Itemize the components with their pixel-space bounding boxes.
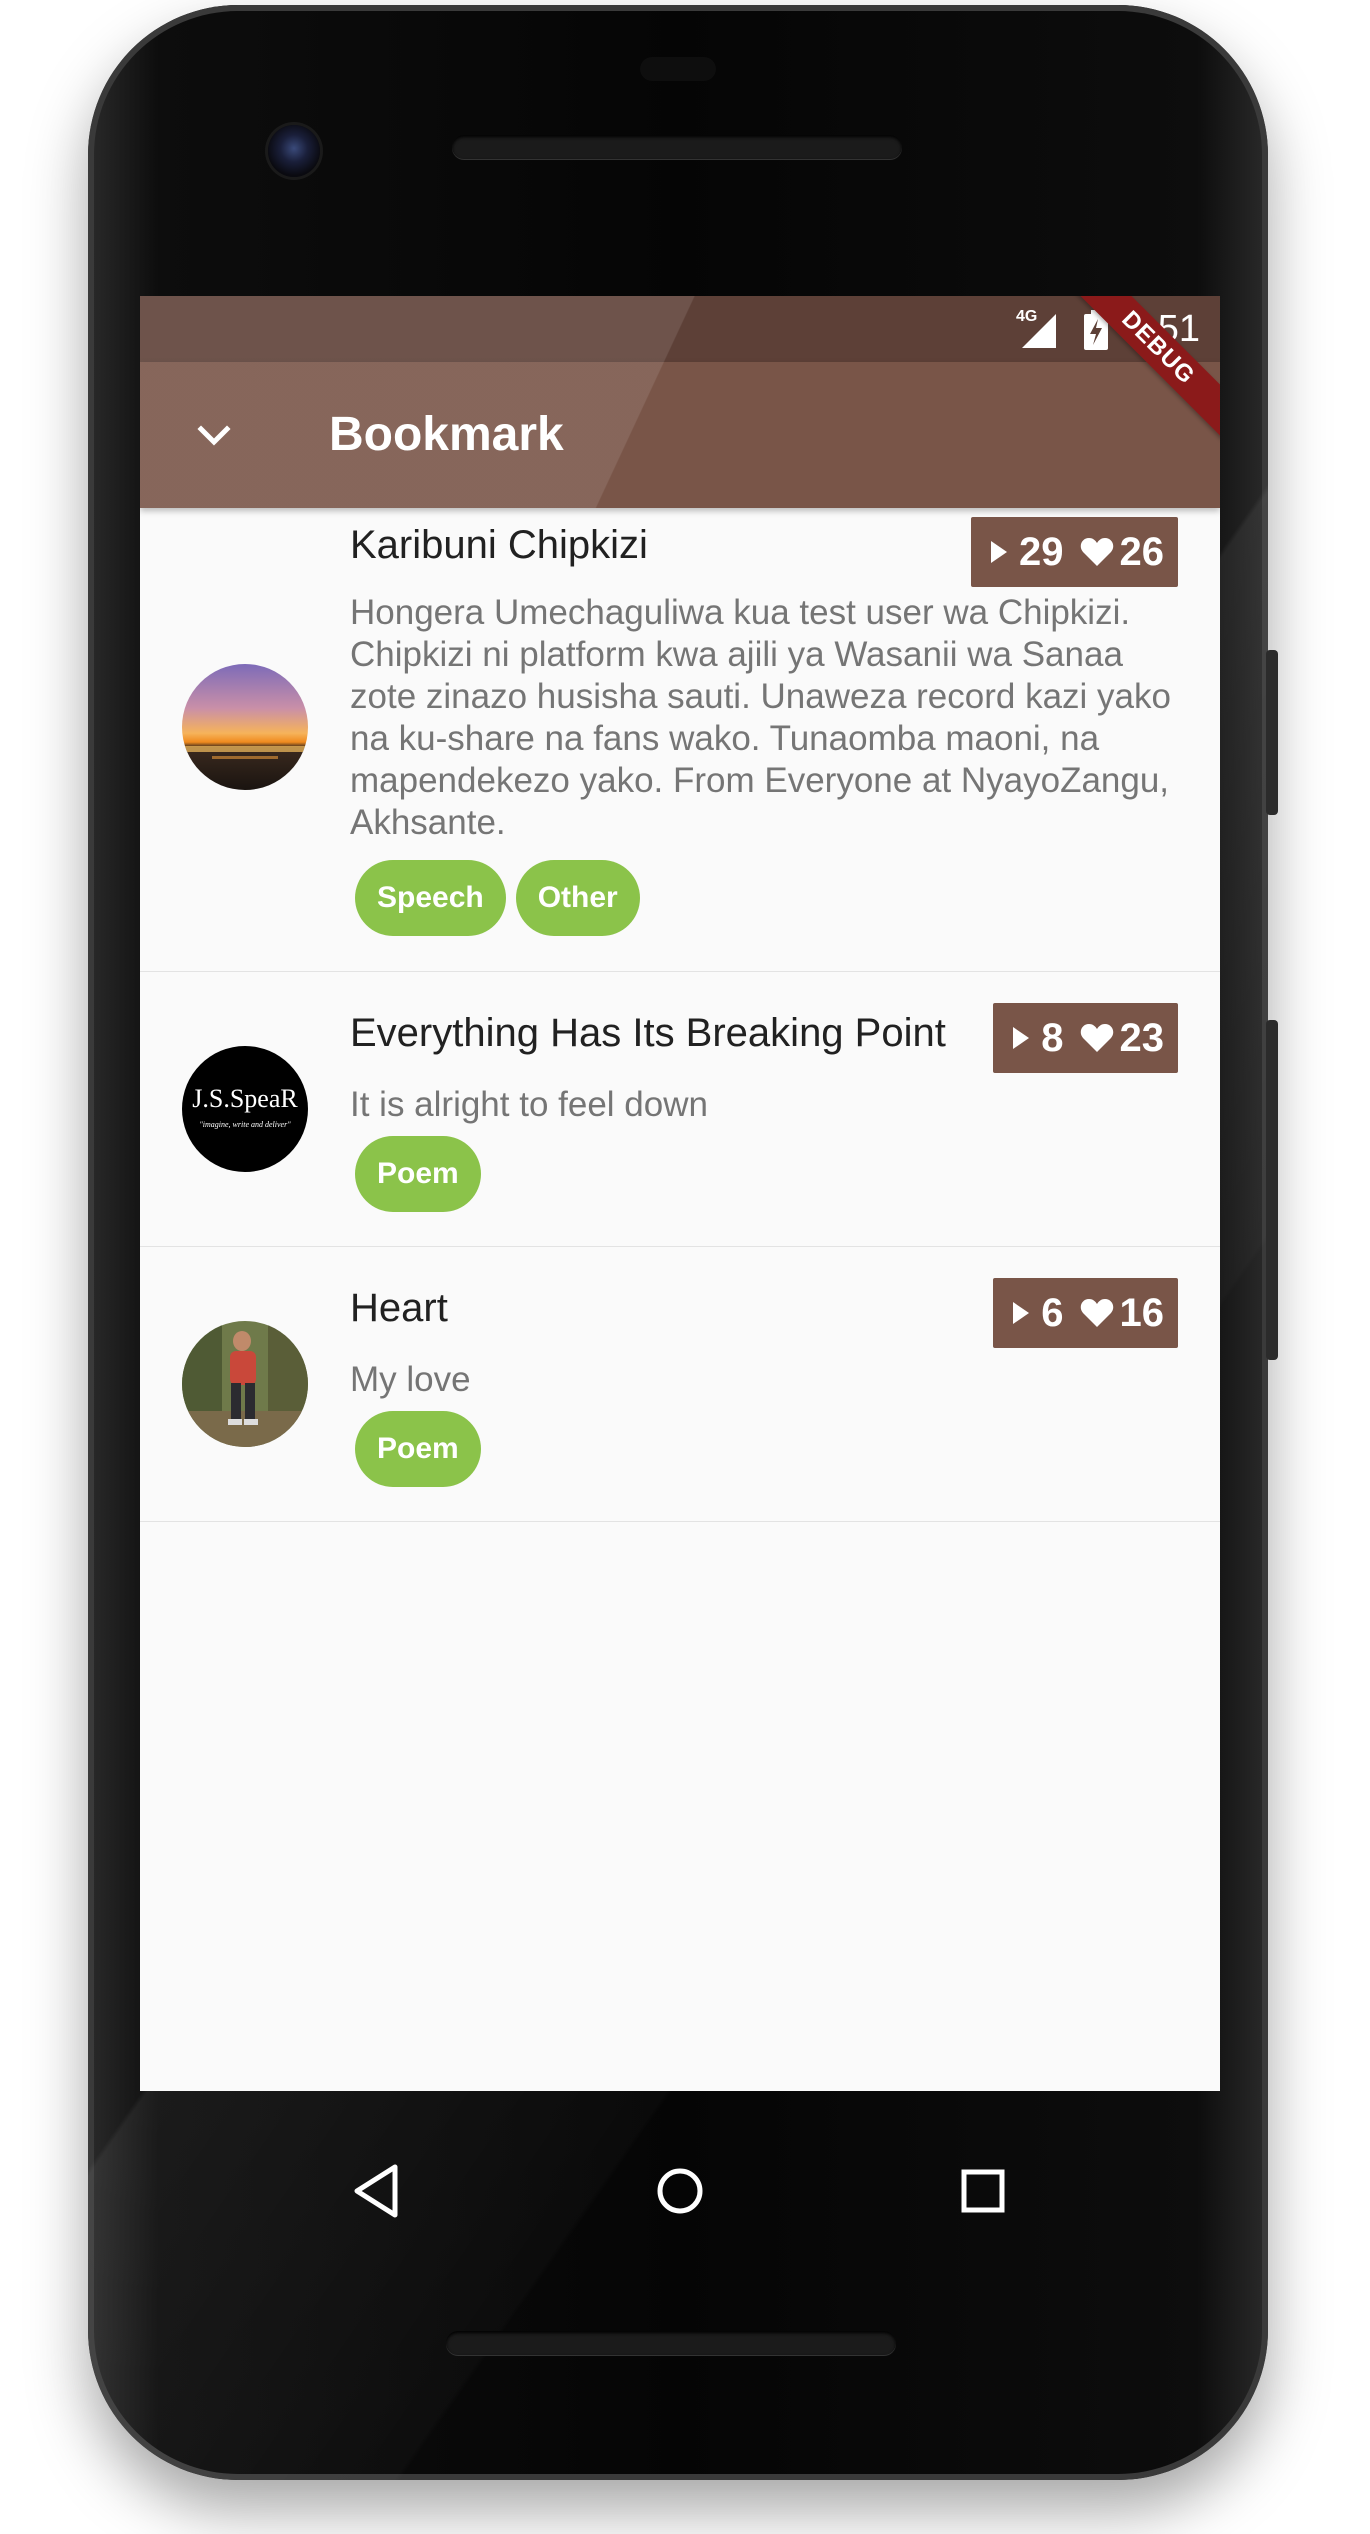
avatar (182, 664, 308, 790)
avatar (182, 1321, 308, 1447)
tag-list: Speech Other (355, 860, 640, 936)
heart-icon (1080, 1024, 1113, 1052)
avatar: J.S.SpeaR "imagine, write and deliver" (182, 1046, 308, 1172)
list-item[interactable]: Heart 6 16 My love Poem (140, 1247, 1220, 1522)
volume-button (1266, 1020, 1278, 1360)
item-title: Heart (350, 1286, 448, 1330)
like-count: 16 (1119, 1291, 1165, 1335)
tag-chip[interactable]: Other (515, 860, 640, 936)
tag-chip[interactable]: Speech (355, 860, 506, 936)
play-icon (1013, 1027, 1030, 1049)
list-item[interactable]: Karibuni Chipkizi 29 26 Hongera Umechagu… (140, 508, 1220, 972)
nav-back-icon[interactable] (337, 2151, 417, 2231)
tag-list: Poem (355, 1136, 481, 1212)
play-count: 29 (1019, 530, 1064, 574)
stats-badge: 8 23 (993, 1003, 1178, 1073)
avatar-logo-subtext: "imagine, write and deliver" (199, 1120, 291, 1129)
play-icon (1013, 1302, 1030, 1324)
item-description: My love (350, 1360, 471, 1399)
item-description: Hongera Umechaguliwa kua test user wa Ch… (350, 593, 1171, 842)
system-nav-bar (140, 2091, 1220, 2341)
list-item[interactable]: J.S.SpeaR "imagine, write and deliver" E… (140, 972, 1220, 1247)
nav-recents-icon[interactable] (943, 2151, 1023, 2231)
power-button (1266, 650, 1278, 815)
play-count: 8 (1041, 1016, 1064, 1060)
like-count: 26 (1119, 530, 1165, 574)
item-title: Karibuni Chipkizi (350, 523, 648, 567)
stats-badge: 6 16 (993, 1278, 1178, 1348)
item-description: It is alright to feel down (350, 1085, 708, 1124)
page-title: Bookmark (329, 408, 564, 461)
signal-icon (1022, 314, 1056, 348)
heart-icon (1080, 1299, 1113, 1327)
avatar-logo-text: J.S.SpeaR (192, 1084, 298, 1113)
bookmark-list: Karibuni Chipkizi 29 26 Hongera Umechagu… (140, 508, 1220, 1522)
app-screen: 4G 8:51 Bookmark DEBUG (140, 296, 1220, 2091)
back-chevron-icon[interactable] (184, 406, 244, 466)
item-title: Everything Has Its Breaking Point (350, 1011, 946, 1055)
front-camera (268, 125, 320, 177)
status-bar: 4G 8:51 (140, 296, 1220, 362)
play-count: 6 (1041, 1291, 1064, 1335)
tag-chip[interactable]: Poem (355, 1411, 481, 1487)
heart-icon (1080, 538, 1113, 566)
like-count: 23 (1119, 1016, 1165, 1060)
top-speaker (452, 135, 902, 159)
nav-home-icon[interactable] (640, 2151, 720, 2231)
tag-list: Poem (355, 1411, 481, 1487)
proximity-sensor (640, 57, 716, 81)
play-icon (991, 541, 1007, 563)
stats-badge: 29 26 (971, 517, 1178, 587)
app-bar: Bookmark (140, 362, 1220, 508)
tag-chip[interactable]: Poem (355, 1136, 481, 1212)
